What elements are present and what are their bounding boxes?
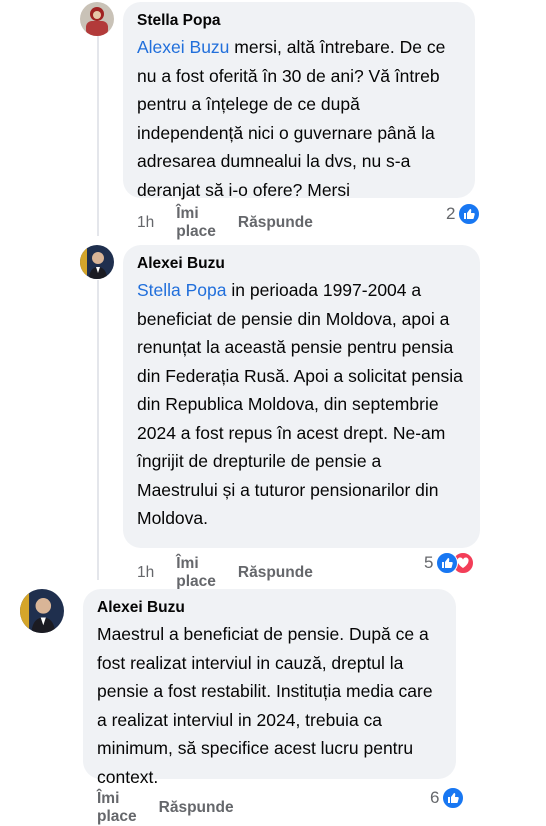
reaction-summary[interactable]: 6 (430, 787, 465, 809)
thread-line (97, 280, 99, 580)
reaction-count: 2 (446, 204, 456, 223)
comment-author[interactable]: Alexei Buzu (137, 254, 466, 274)
like-icon (442, 787, 465, 809)
comment-time[interactable]: 1h (137, 564, 154, 582)
avatar-alexei-buzu[interactable] (80, 245, 114, 279)
comment-author[interactable]: Alexei Buzu (97, 598, 442, 618)
reaction-summary[interactable]: 2 (446, 203, 481, 225)
like-icon (458, 203, 481, 225)
reaction-count: 5 (424, 553, 434, 572)
reaction-summary[interactable]: 5 (424, 552, 475, 574)
comment-text: Maestrul a beneficiat de pensie. După ce… (97, 624, 433, 787)
comment-text: Alexei Buzu mersi, altă întrebare. De ce… (137, 33, 461, 204)
mention-link[interactable]: Stella Popa (137, 280, 227, 300)
mention-link[interactable]: Alexei Buzu (137, 37, 229, 57)
comment-actions: 1h Îmi place Răspunde (137, 555, 313, 591)
like-button[interactable]: Îmi place (176, 205, 216, 241)
reply-button[interactable]: Răspunde (238, 564, 313, 582)
comment-author[interactable]: Stella Popa (137, 11, 461, 31)
reply-button[interactable]: Răspunde (238, 214, 313, 232)
comment-actions: 1h Îmi place Răspunde (137, 205, 313, 241)
like-button[interactable]: Îmi place (97, 790, 137, 826)
comment-actions: Îmi place Răspunde (97, 790, 234, 826)
comment-text: Stella Popa in perioada 1997-2004 a bene… (137, 276, 466, 533)
reaction-count: 6 (430, 788, 440, 807)
comment-bubble: Alexei Buzu Maestrul a beneficiat de pen… (83, 589, 456, 787)
avatar-stella-popa[interactable] (80, 2, 114, 36)
comment-bubble: Alexei Buzu Stella Popa in perioada 1997… (123, 245, 480, 548)
reply-button[interactable]: Răspunde (159, 799, 234, 817)
like-button[interactable]: Îmi place (176, 555, 216, 591)
comment-time[interactable]: 1h (137, 214, 154, 232)
thread-line (97, 36, 99, 236)
comment-body: in perioada 1997-2004 a beneficiat de pe… (137, 280, 463, 528)
avatar-alexei-buzu[interactable] (20, 589, 64, 633)
comment-bubble: Stella Popa Alexei Buzu mersi, altă într… (123, 2, 475, 200)
comment-body: mersi, altă întrebare. De ce nu a fost o… (137, 37, 446, 200)
